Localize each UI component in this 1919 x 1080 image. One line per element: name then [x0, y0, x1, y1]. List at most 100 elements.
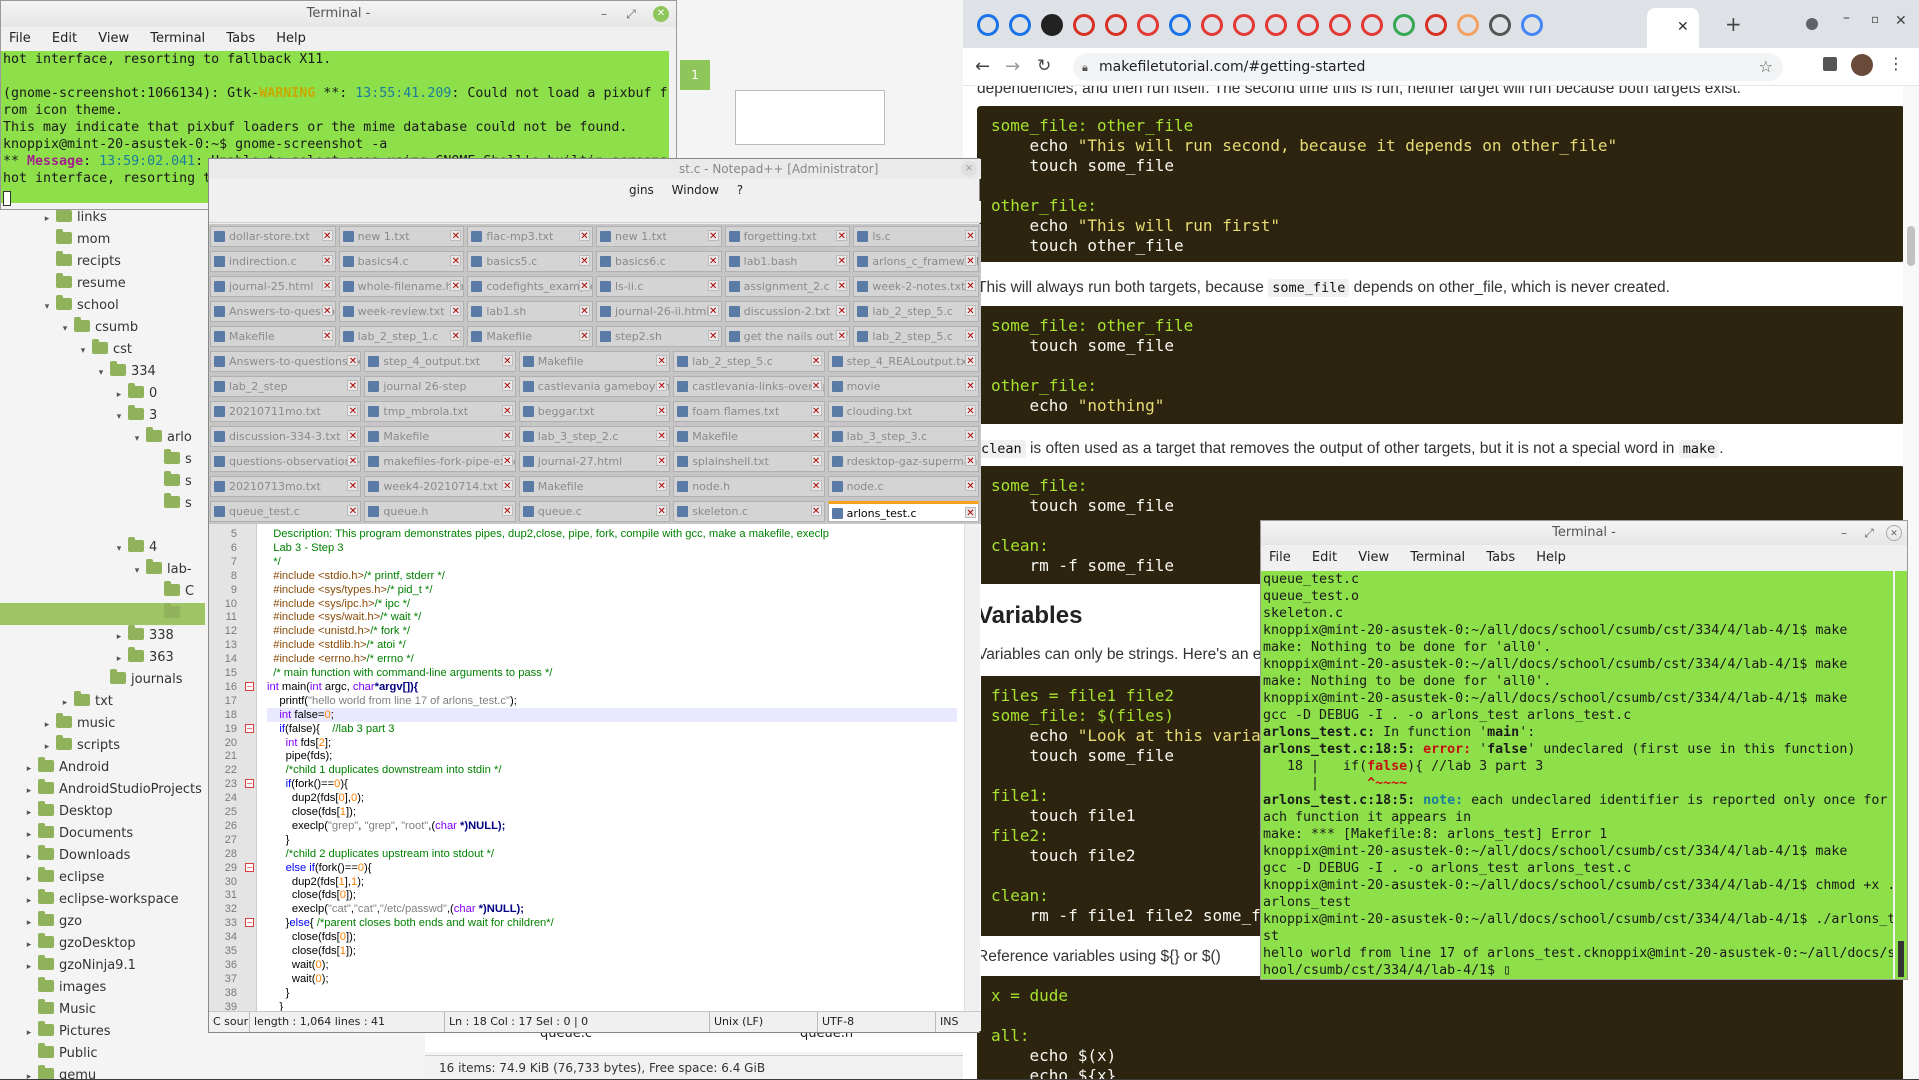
tab-close-icon[interactable]: ✕ — [450, 255, 462, 267]
tab-favicon-icon[interactable] — [1329, 14, 1351, 36]
file-tab[interactable]: lab_3_step_3.c ✕ — [827, 426, 979, 447]
file-tab[interactable]: new 1.txt ✕ — [338, 226, 465, 247]
tree-item[interactable]: ▸ 0 — [0, 383, 157, 405]
tree-item[interactable]: ▸ eclipse-workspace — [0, 889, 179, 911]
menu-terminal[interactable]: Terminal — [150, 31, 205, 46]
menu-window[interactable]: Window — [672, 183, 719, 197]
file-tab[interactable]: ls.c ✕ — [853, 226, 979, 247]
close-icon[interactable]: ✕ — [1886, 525, 1902, 541]
tab-close-icon[interactable]: ✕ — [656, 455, 668, 467]
tab-close-icon[interactable]: ✕ — [810, 505, 822, 517]
tab-close-icon[interactable]: ✕ — [501, 430, 513, 442]
expander-icon[interactable]: ▸ — [22, 780, 36, 802]
minimize-icon[interactable]: – — [1843, 10, 1850, 26]
fm-thumbnail[interactable] — [735, 90, 885, 145]
tab-close-icon[interactable]: ✕ — [347, 430, 359, 442]
file-tab[interactable]: flac-mp3.txt ✕ — [467, 226, 593, 247]
expander-icon[interactable]: ▸ — [112, 384, 126, 406]
tree-item[interactable]: ▸ Android — [0, 757, 109, 779]
npp-titlebar[interactable]: st.c - Notepad++ [Administrator] — [209, 159, 981, 179]
editor-scrollbar[interactable] — [964, 523, 980, 1011]
tree-item[interactable]: journals — [0, 669, 183, 691]
tree-item[interactable]: ▾ arlo — [0, 427, 192, 449]
fold-toggle-icon[interactable]: − — [245, 918, 254, 928]
file-tab[interactable]: Answers-to-questions.txt✕ — [210, 351, 362, 372]
menu-edit[interactable]: Edit — [1312, 550, 1337, 565]
file-tab[interactable]: whole-filename.html ✕ — [338, 276, 465, 297]
tab-favicon-icon[interactable] — [1521, 14, 1543, 36]
tree-item[interactable]: ▸ 363 — [0, 647, 174, 669]
file-tab[interactable]: arlons_test.c ✕ — [827, 501, 979, 522]
tree-item[interactable]: ▸ gzoDesktop — [0, 933, 136, 955]
tab-favicon-icon[interactable] — [1425, 14, 1447, 36]
file-tab[interactable]: questions-observations-notes.txt✕ — [210, 451, 362, 472]
tab-close-icon[interactable]: ✕ — [501, 380, 513, 392]
kebab-menu-icon[interactable]: ⋮ — [1888, 54, 1904, 73]
tab-favicon-icon[interactable] — [1297, 14, 1319, 36]
back-icon[interactable]: ← — [975, 56, 990, 77]
tree-item[interactable]: ▸ txt — [0, 691, 113, 713]
fold-toggle-icon[interactable]: − — [245, 862, 254, 872]
file-tab[interactable]: castlevania gameboy the adventure comple… — [518, 376, 671, 397]
tab-favicon-icon[interactable] — [1169, 14, 1191, 36]
tab-close-icon[interactable]: ✕ — [347, 505, 359, 517]
tab-favicon-icon[interactable] — [1233, 14, 1255, 36]
close-icon[interactable]: ✕ — [1895, 13, 1907, 29]
file-tab[interactable]: lab_2_step_1.c ✕ — [338, 326, 465, 347]
file-tab[interactable]: Makefile ✕ — [210, 326, 336, 347]
tab-close-icon[interactable]: ✕ — [501, 355, 513, 367]
tab-close-icon[interactable]: ✕ — [347, 380, 359, 392]
expander-icon[interactable]: ▾ — [58, 318, 72, 340]
tab-close-icon[interactable]: ✕ — [347, 455, 359, 467]
terminal-titlebar[interactable]: Terminal - – ⤢ ✕ — [1261, 521, 1907, 545]
expander-icon[interactable]: ▸ — [22, 868, 36, 890]
tab-close-icon[interactable]: ✕ — [321, 305, 333, 317]
tab-close-icon[interactable]: ✕ — [656, 380, 668, 392]
fold-toggle-icon[interactable]: − — [245, 723, 254, 733]
expander-icon[interactable]: ▸ — [22, 758, 36, 780]
file-tab[interactable]: movie ✕ — [827, 376, 979, 397]
tab-close-icon[interactable]: ✕ — [578, 330, 590, 342]
file-tab[interactable]: node.h ✕ — [673, 476, 825, 497]
tree-item[interactable]: ▸ links — [0, 207, 107, 229]
tree-item[interactable]: images — [0, 977, 106, 999]
tree-item[interactable]: s — [0, 449, 192, 471]
file-tab[interactable]: basics4.c ✕ — [338, 251, 465, 272]
expander-icon[interactable]: ▸ — [112, 648, 126, 670]
file-tab[interactable]: forgetting.txt ✕ — [724, 226, 851, 247]
tab-close-icon[interactable]: ✕ — [501, 455, 513, 467]
file-tab[interactable]: queue.c ✕ — [518, 501, 671, 522]
menu-view[interactable]: View — [1358, 550, 1389, 565]
tab-close-icon[interactable]: ✕ — [964, 330, 976, 342]
file-tab[interactable]: queue.h ✕ — [364, 501, 516, 522]
tab-close-icon[interactable]: ✕ — [964, 455, 976, 467]
expander-icon[interactable]: ▸ — [22, 824, 36, 846]
tab-close-icon[interactable]: ✕ — [321, 280, 333, 292]
file-tab[interactable]: journal 26-step ✕ — [364, 376, 516, 397]
expander-icon[interactable]: ▾ — [94, 362, 108, 384]
fold-toggle-icon[interactable]: − — [245, 681, 254, 691]
tab-close-icon[interactable]: ✕ — [810, 430, 822, 442]
file-tab[interactable]: basics6.c ✕ — [596, 251, 722, 272]
tab-close-icon[interactable]: ✕ — [347, 405, 359, 417]
tree-item[interactable]: ▾ school — [0, 295, 119, 317]
tab-close-icon[interactable]: ✕ — [450, 330, 462, 342]
tab-close-icon[interactable]: ✕ — [321, 255, 333, 267]
file-tab[interactable]: Makefile ✕ — [467, 326, 593, 347]
tab-close-icon[interactable]: ✕ — [501, 505, 513, 517]
file-tab[interactable]: basics5.c ✕ — [467, 251, 593, 272]
tab-close-icon[interactable]: ✕ — [964, 355, 976, 367]
file-tab[interactable]: makefiles-fork-pipe-exec.txt✕ — [364, 451, 516, 472]
expander-icon[interactable]: ▸ — [22, 846, 36, 868]
tab-close-icon[interactable]: ✕ — [707, 255, 719, 267]
expander-icon[interactable]: ▾ — [76, 340, 90, 362]
tab-search-icon[interactable] — [1806, 18, 1818, 30]
menu-file[interactable]: File — [1269, 550, 1291, 565]
tab-close-icon[interactable]: ✕ — [810, 405, 822, 417]
menu-terminal[interactable]: Terminal — [1410, 550, 1465, 565]
reload-icon[interactable]: ↻ — [1037, 56, 1051, 76]
tab-favicon-icon[interactable] — [1361, 14, 1383, 36]
tab-close-icon[interactable]: ✕ — [810, 480, 822, 492]
file-tab[interactable]: discussion-2.txt ✕ — [724, 301, 851, 322]
file-tab[interactable]: lab_2_step_5.c ✕ — [673, 351, 825, 372]
